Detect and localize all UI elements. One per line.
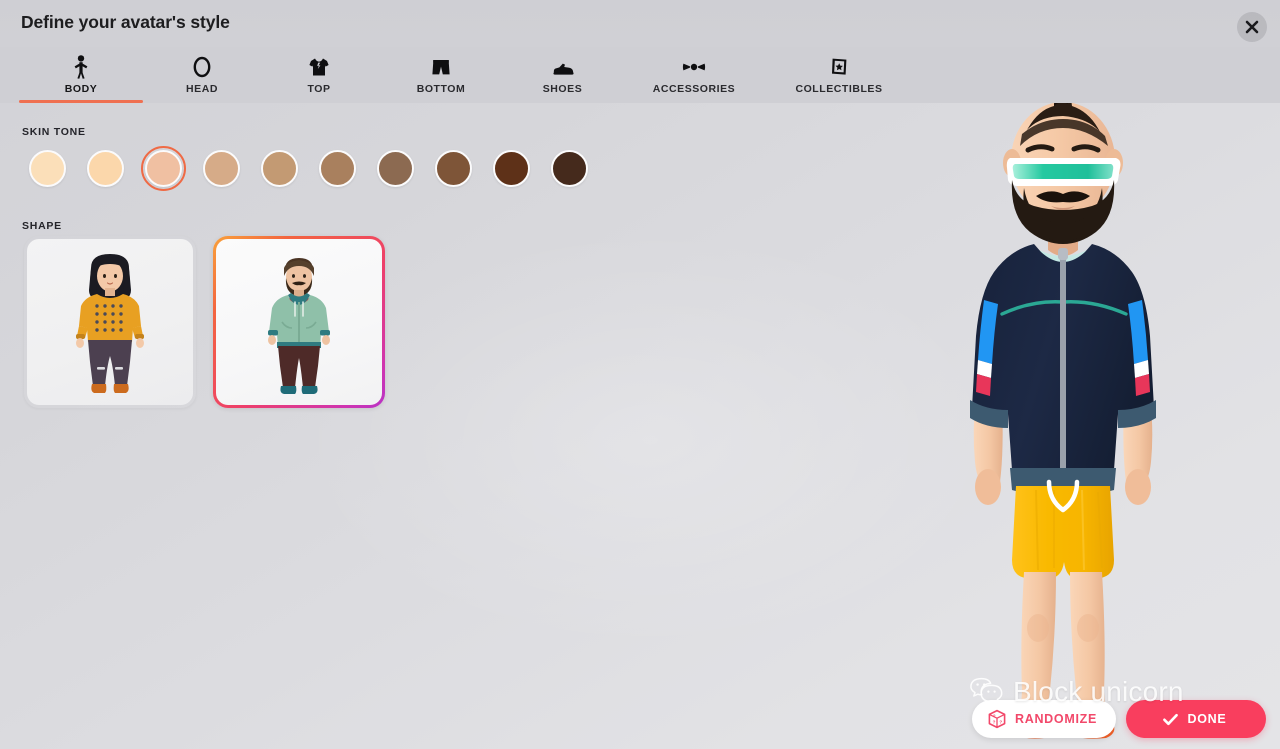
skin-tone-color [29,150,66,187]
done-button[interactable]: DONE [1126,700,1266,738]
skin-tone-swatch-5[interactable] [312,143,363,194]
skin-tone-color [87,150,124,187]
skin-tone-swatch-6[interactable] [370,143,421,194]
skin-tone-swatch-8[interactable] [486,143,537,194]
svg-text:?: ? [993,713,996,718]
tab-shoes[interactable]: SHOES [502,47,623,103]
tab-body[interactable]: BODY [16,47,146,103]
dice-icon: ? ? ? [988,709,1006,729]
tshirt-icon [308,54,330,80]
skin-tone-color [493,150,530,187]
bowtie-icon [681,54,707,80]
shape-card-thumbnail [27,239,193,405]
page-title: Define your avatar's style [21,12,230,32]
tab-top[interactable]: TOP [258,47,380,103]
shape-card-thumbnail [216,239,382,405]
tab-label: ACCESSORIES [652,83,736,95]
shape-card-feminine[interactable] [24,236,196,408]
skin-tone-swatch-9[interactable] [544,143,595,194]
person-icon [71,54,91,80]
close-button[interactable] [1237,12,1267,42]
feminine-avatar-thumbnail [76,254,144,393]
tab-accessories[interactable]: ACCESSORIES [623,47,765,103]
tab-label: BOTTOM [416,83,466,95]
masculine-avatar-thumbnail [268,258,330,394]
tab-label: HEAD [186,83,218,95]
close-icon [1245,20,1259,34]
skin-tone-swatch-2[interactable] [138,143,189,194]
tab-label: BODY [64,83,98,95]
tab-head[interactable]: HEAD [146,47,258,103]
skin-tone-selection-ring [141,146,186,191]
shorts-icon [430,54,452,80]
skin-tone-swatch-4[interactable] [254,143,305,194]
sneaker-icon [550,54,576,80]
shape-section-label: SHAPE [22,220,62,232]
category-tabbar: BODY HEAD TOP BOTTOM SHOES ACCESSORIES C… [0,47,1280,103]
skin-tone-color [377,150,414,187]
skin-tone-color [435,150,472,187]
tab-label: COLLECTIBLES [795,83,883,95]
avatar-editor-screen: Define your avatar's style BODY HEAD TOP… [0,0,1280,749]
tab-label: SHOES [542,83,583,95]
skin-tone-section-label: SKIN TONE [22,126,86,138]
tab-collectibles[interactable]: COLLECTIBLES [765,47,913,103]
skin-tone-swatch-7[interactable] [428,143,479,194]
tab-label: TOP [307,83,331,95]
randomize-button[interactable]: ? ? ? RANDOMIZE [972,700,1116,738]
svg-text:?: ? [993,720,997,725]
skin-tone-color [319,150,356,187]
skin-tone-swatch-row [22,143,595,194]
card-star-icon [827,54,851,80]
tab-bottom[interactable]: BOTTOM [380,47,502,103]
shape-card-masculine[interactable] [213,236,385,408]
shape-card-row [24,236,385,408]
editor-content: SKIN TONE SHAPE [0,103,1280,749]
randomize-button-label: RANDOMIZE [1015,712,1097,726]
action-button-row: ? ? ? RANDOMIZE DONE [972,700,1266,738]
skin-tone-color [203,150,240,187]
skin-tone-color [551,150,588,187]
skin-tone-swatch-1[interactable] [80,143,131,194]
skin-tone-swatch-3[interactable] [196,143,247,194]
skin-tone-swatch-0[interactable] [22,143,73,194]
panel-header: Define your avatar's style [0,0,1280,47]
done-button-label: DONE [1187,712,1227,726]
svg-text:?: ? [999,720,1003,725]
check-icon [1162,713,1178,725]
skin-tone-color [261,150,298,187]
head-oval-icon [192,54,212,80]
